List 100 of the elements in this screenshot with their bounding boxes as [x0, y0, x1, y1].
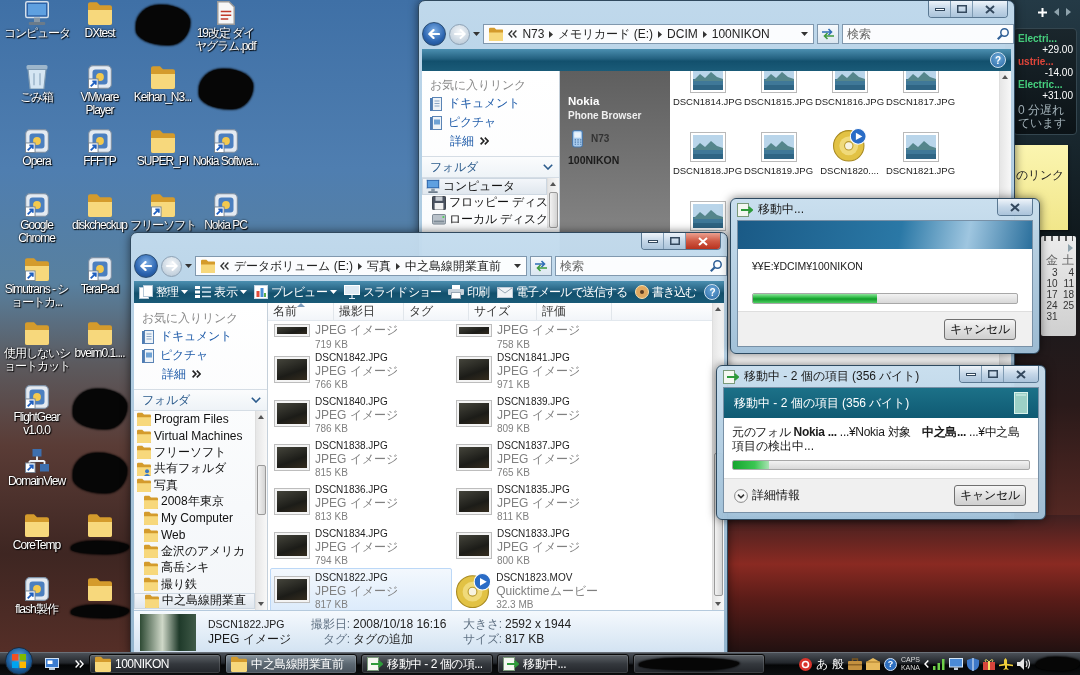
toolbar-button[interactable]: 整理	[137, 282, 191, 302]
favorite-link[interactable]: ピクチャ	[134, 346, 267, 365]
calendar-day[interactable]: 17	[1041, 289, 1058, 300]
caret-icon[interactable]	[801, 32, 808, 36]
calendar-day[interactable]: 18	[1057, 289, 1074, 300]
desktop-icon-label[interactable]: コンピュータ	[3, 27, 70, 40]
taskbar-button[interactable]: 移動中...	[497, 654, 629, 674]
toolbar-button[interactable]: スライドショー	[341, 282, 444, 302]
open-box-icon[interactable]	[865, 658, 880, 670]
desktop-icon-label[interactable]: diskcheckup	[71, 219, 127, 232]
desktop-icon-label[interactable]: 使用しないショートカット	[3, 347, 70, 373]
column-header[interactable]: タグ	[404, 303, 469, 320]
speaker-icon[interactable]	[1017, 658, 1030, 670]
tree-item[interactable]: フロッピー ディス	[422, 194, 547, 211]
app-shortcut-icon[interactable]	[24, 577, 49, 601]
desktop-icon-label[interactable]: 19改定 ダイヤグラム.pdf	[192, 27, 259, 53]
chevron-right-icon[interactable]	[396, 262, 401, 270]
file-item[interactable]: DSCN1815.JPG	[743, 71, 814, 113]
favorite-link[interactable]: ピクチャ	[422, 113, 559, 132]
signal-bars-icon[interactable]	[933, 658, 945, 670]
column-header[interactable]: 名前	[268, 303, 334, 320]
trash-icon[interactable]	[24, 65, 49, 89]
landscape-picture-icon[interactable]	[689, 201, 726, 231]
tree-item[interactable]: 共有フォルダ	[134, 460, 255, 477]
favorite-link[interactable]: ドキュメント	[422, 94, 559, 113]
desktop-icon-label[interactable]: Nokia PC	[204, 219, 247, 232]
double-chevron-right-icon[interactable]	[75, 660, 84, 668]
circle-logo-icon[interactable]	[798, 657, 812, 671]
desktop-icon-label[interactable]: flash製作	[15, 603, 58, 616]
double-chevron-left-icon[interactable]	[508, 30, 518, 38]
desktop-icon-label[interactable]: TeraPad	[80, 283, 119, 296]
desktop-icon-label[interactable]: Nokia Softwa...	[192, 155, 259, 168]
cancel-button[interactable]: キャンセル	[944, 318, 1016, 340]
desktop-icon-label[interactable]: DXtest	[84, 27, 115, 40]
breadcrumb-item[interactable]: 中之島線開業直前	[405, 257, 502, 275]
tree-item[interactable]: フリーソフト	[134, 444, 255, 461]
desktop-icon-label[interactable]: VMware Player	[66, 91, 133, 117]
file-tile[interactable]: DSCN1842.JPG JPEG イメージ 766 KB	[270, 348, 452, 392]
minimize-button[interactable]	[960, 366, 982, 382]
minimize-button[interactable]	[642, 233, 664, 249]
network-shortcut-icon[interactable]	[24, 449, 49, 473]
taskbar-button[interactable]: 100NIKON	[89, 654, 221, 674]
minimize-button[interactable]	[929, 1, 951, 17]
column-header[interactable]: サイズ	[469, 303, 537, 320]
close-button[interactable]	[686, 233, 720, 249]
tree-item[interactable]: 中之島線開業直	[134, 592, 255, 609]
file-tile[interactable]: DSCN1841.JPG JPEG イメージ 971 KB	[452, 348, 634, 392]
tree-item[interactable]: 2008年東京	[134, 493, 255, 510]
caret-icon[interactable]	[473, 32, 480, 36]
scroll-thumb[interactable]	[549, 192, 558, 228]
scroll-thumb[interactable]	[257, 465, 266, 515]
file-item[interactable]: DSCN1816.JPG	[814, 71, 885, 113]
desktop-icon-label[interactable]: Opera	[22, 155, 51, 168]
airplane-icon[interactable]	[999, 658, 1013, 670]
desktop-icon-label[interactable]: フリーソフト	[129, 219, 196, 232]
search-field[interactable]: 検索	[555, 256, 727, 276]
input-mode-button[interactable]: 般	[831, 655, 844, 673]
double-chevron-left-icon[interactable]	[220, 262, 230, 270]
taskbar-button[interactable]: 移動中 - 2 個の項...	[361, 654, 493, 674]
desktop-icon-label[interactable]: bveim0.1....	[74, 347, 125, 360]
file-tile[interactable]: DSCN1822.JPG JPEG イメージ 817 KB	[270, 568, 452, 610]
landscape-picture-icon[interactable]	[689, 132, 726, 162]
file-tile[interactable]: DSCN1840.JPG JPEG イメージ 786 KB	[270, 392, 452, 436]
toolbar-button[interactable]: 表示	[193, 282, 249, 302]
close-button[interactable]	[973, 1, 1007, 17]
file-item[interactable]: DSCN1819.JPG	[743, 113, 814, 182]
calendar-day[interactable]: 25	[1057, 300, 1074, 311]
shield-icon[interactable]	[967, 657, 979, 671]
close-button[interactable]	[1004, 366, 1038, 382]
desktop-icon-label[interactable]: Keihan_N3...	[133, 91, 192, 104]
address-bar[interactable]: N73 メモリカード (E:) DCIM 100NIKON	[483, 24, 814, 44]
tree-item[interactable]: 金沢のアメリカ	[134, 543, 255, 560]
left-triangle-icon[interactable]	[1054, 8, 1059, 16]
calendar-day[interactable]: 24	[1041, 300, 1058, 311]
file-tile[interactable]: DSCN1835.JPG JPEG イメージ 811 KB	[452, 480, 634, 524]
landscape-picture-icon[interactable]	[831, 71, 868, 93]
refresh-button[interactable]	[817, 24, 839, 44]
landscape-picture-icon[interactable]	[760, 132, 797, 162]
scrollbar[interactable]	[255, 411, 267, 610]
toolbar-button[interactable]: 書き込む	[632, 282, 699, 302]
landscape-picture-icon[interactable]	[760, 71, 797, 93]
breadcrumb-item[interactable]: DCIM	[667, 27, 698, 41]
tree-item[interactable]: Web	[134, 526, 255, 543]
file-item[interactable]: DSCN1817.JPG	[885, 71, 956, 113]
favorite-link[interactable]: ドキュメント	[134, 327, 267, 346]
chevron-right-icon[interactable]	[358, 262, 363, 270]
more-link[interactable]: 詳細	[422, 132, 559, 150]
tree-item[interactable]: My Computer	[134, 510, 255, 527]
file-item[interactable]: DSCN1814.JPG	[672, 71, 743, 113]
taskbar-button[interactable]: 中之島線開業直前	[225, 654, 357, 674]
desktop-icon-label[interactable]: SUPER_PI	[136, 155, 189, 168]
scrollbar[interactable]	[547, 178, 559, 228]
file-tile[interactable]: JPEG イメージ 719 KB	[270, 321, 452, 348]
file-tile[interactable]: DSCN1836.JPG JPEG イメージ 813 KB	[270, 480, 452, 524]
tree-item[interactable]: 撮り鉄	[134, 576, 255, 593]
calendar-day[interactable]: 3	[1041, 267, 1058, 278]
toolbox-icon[interactable]	[847, 658, 862, 670]
more-details-button[interactable]: 詳細情報	[734, 487, 800, 504]
back-button[interactable]	[134, 254, 158, 278]
breadcrumb-item[interactable]: メモリカード (E:)	[558, 25, 654, 43]
